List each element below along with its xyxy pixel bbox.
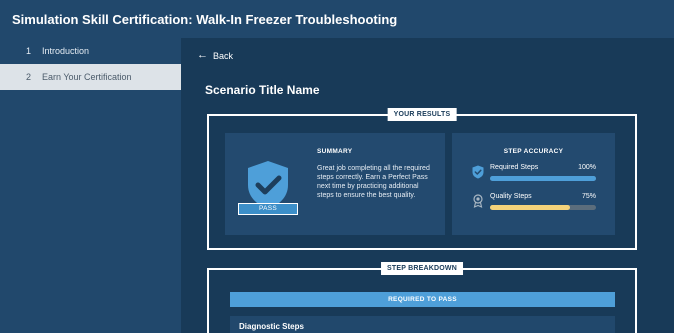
quality-steps-row: Quality Steps 75%: [472, 193, 600, 213]
quality-steps-value: 75%: [581, 193, 596, 200]
required-steps-bar: [490, 176, 596, 181]
sidebar-item-number: 1: [26, 46, 32, 56]
required-steps-label: Required Steps: [490, 164, 539, 171]
arrow-left-icon: ←: [197, 49, 208, 61]
summary-text: Great job completing all the required st…: [317, 165, 430, 199]
required-steps-value: 100%: [578, 164, 596, 171]
summary-heading: SUMMARY: [317, 148, 353, 155]
results-label: YOUR RESULTS: [387, 108, 457, 121]
back-label: Back: [213, 50, 234, 61]
scenario-title: Scenario Title Name: [205, 83, 320, 97]
sidebar-item-number: 2: [26, 72, 32, 82]
sidebar-item-introduction[interactable]: 1 Introduction: [0, 38, 181, 64]
shield-check-icon: [472, 165, 484, 179]
sidebar: 1 Introduction 2 Earn Your Certification: [0, 38, 181, 333]
step-breakdown-section: STEP BREAKDOWN REQUIRED TO PASS Diagnost…: [207, 262, 637, 333]
pass-badge: PASS: [238, 203, 298, 215]
sidebar-item-label: Earn Your Certification: [42, 72, 132, 82]
required-steps-bar-fill: [490, 176, 596, 181]
diagnostic-steps-label: Diagnostic Steps: [239, 322, 304, 331]
back-button[interactable]: ← Back: [197, 50, 233, 61]
required-to-pass-banner: REQUIRED TO PASS: [230, 292, 615, 307]
app-title: Simulation Skill Certification: Walk-In …: [12, 11, 398, 27]
main-content: ← Back Scenario Title Name YOUR RESULTS …: [181, 38, 674, 333]
sidebar-item-label: Introduction: [42, 46, 90, 56]
quality-steps-bar-fill: [490, 205, 570, 210]
diagnostic-steps-row[interactable]: Diagnostic Steps: [230, 316, 615, 333]
ribbon-icon: [472, 194, 484, 208]
sidebar-item-earn-certification[interactable]: 2 Earn Your Certification: [0, 64, 181, 90]
step-accuracy-heading: STEP ACCURACY: [503, 148, 564, 155]
quality-steps-bar: [490, 205, 596, 210]
required-steps-row: Required Steps 100%: [472, 164, 600, 184]
step-accuracy-card: STEP ACCURACY Required Steps 100% Qualit…: [452, 133, 615, 235]
step-breakdown-label: STEP BREAKDOWN: [381, 262, 463, 275]
summary-card: PASS SUMMARY Great job completing all th…: [225, 133, 445, 235]
results-section: YOUR RESULTS PASS SUMMARY Great job comp…: [207, 108, 637, 250]
top-bar: Simulation Skill Certification: Walk-In …: [0, 0, 674, 38]
quality-steps-label: Quality Steps: [490, 193, 532, 200]
